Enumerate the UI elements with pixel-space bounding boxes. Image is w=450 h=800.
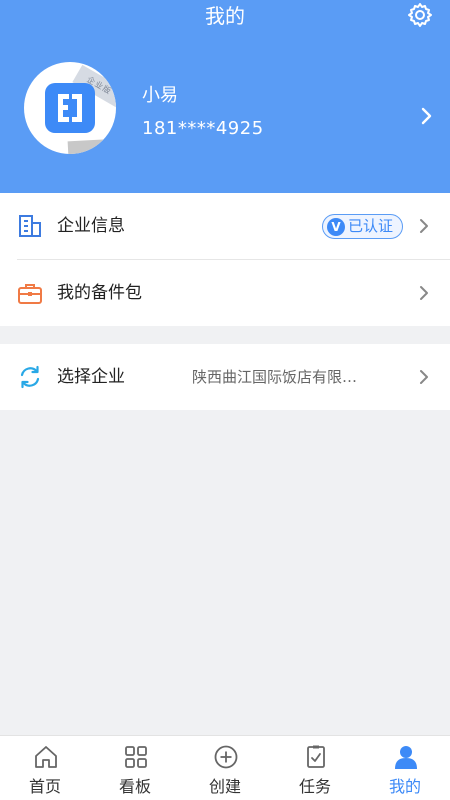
account-menu-group: 企业信息 我的备件包 [0, 193, 450, 326]
menu-item-label: 企业信息 [57, 216, 125, 236]
selected-company-name: 陕西曲江国际饭店有限… [192, 368, 358, 386]
tab-create[interactable]: 创建 [180, 736, 270, 800]
menu-item-label: 选择企业 [57, 367, 125, 387]
profile-icon [395, 746, 417, 769]
tab-label: 看板 [118, 777, 151, 796]
verified-badge-label: 已认证 [348, 217, 394, 235]
page-title: 我的 [205, 4, 245, 28]
company-menu-group: 选择企业 陕西曲江国际饭店有限… [0, 344, 450, 410]
tab-profile[interactable]: 我的 [360, 736, 450, 800]
profile-header: 我的 企业版 小易 181****4925 [0, 0, 450, 193]
menu-item-label: 我的备件包 [57, 283, 142, 303]
tab-dashboard[interactable]: 看板 [90, 736, 180, 800]
gear-icon[interactable] [407, 2, 433, 28]
chevron-right-icon [420, 219, 428, 233]
avatar[interactable]: 企业版 [24, 62, 116, 154]
user-name: 小易 [142, 85, 178, 106]
chevron-right-icon [420, 370, 428, 384]
bottom-tab-bar: 首页 看板 创建 任务 我的 [0, 735, 450, 800]
verified-badge: V 已认证 [322, 214, 403, 239]
tab-label: 创建 [208, 777, 241, 796]
home-icon [35, 746, 57, 768]
tab-label: 任务 [298, 777, 331, 796]
refresh-icon [20, 365, 40, 389]
chevron-right-icon[interactable] [419, 104, 435, 128]
add-icon [214, 745, 238, 769]
building-icon [19, 215, 41, 237]
toolbox-icon [18, 284, 42, 304]
menu-item-select-company[interactable]: 选择企业 陕西曲江国际饭店有限… [0, 344, 450, 410]
user-phone: 181****4925 [142, 118, 264, 139]
menu-item-spare-parts[interactable]: 我的备件包 [0, 260, 450, 326]
chevron-right-icon [420, 286, 428, 300]
tab-tasks[interactable]: 任务 [270, 736, 360, 800]
avatar-decoration [67, 138, 116, 154]
tab-label: 我的 [388, 777, 421, 796]
tab-home[interactable]: 首页 [0, 736, 90, 800]
verified-icon: V [327, 218, 345, 236]
tab-label: 首页 [28, 777, 61, 796]
task-icon [307, 745, 325, 768]
dashboard-icon [125, 746, 147, 768]
app-logo-icon [45, 83, 95, 133]
